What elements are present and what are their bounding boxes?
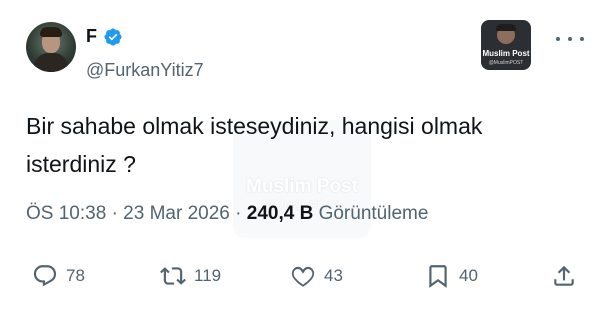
meta-separator: · (235, 203, 242, 224)
share-icon (554, 265, 574, 286)
author-handle[interactable]: @FurkanYitiz7 (86, 60, 204, 81)
author-name-row: F (86, 26, 123, 47)
more-options-icon[interactable] (556, 33, 584, 45)
tweet-time[interactable]: ÖS 10:38 (26, 203, 106, 224)
bookmark-button[interactable]: 40 (425, 263, 478, 289)
retweet-count: 119 (194, 266, 222, 285)
like-count: 43 (324, 266, 343, 285)
retweet-icon (160, 267, 186, 285)
brand-title: Muslim Post (482, 49, 530, 58)
view-label: Görüntüleme (318, 203, 429, 224)
view-count: 240,4 B (246, 203, 314, 224)
muslim-post-logo: Muslim Post @MuslimPOST (481, 20, 531, 70)
verified-badge-icon (103, 27, 123, 47)
avatar[interactable] (26, 22, 76, 72)
author-display-name[interactable]: F (86, 26, 97, 47)
tweet-date[interactable]: 23 Mar 2026 (123, 203, 230, 224)
retweet-button[interactable]: 119 (160, 263, 221, 289)
heart-icon (291, 266, 315, 287)
tweet-actions: 78 119 43 40 (32, 263, 577, 295)
tweet-meta: ÖS 10:38 · 23 Mar 2026 · 240,4 B Görüntü… (26, 203, 428, 225)
reply-icon (33, 265, 57, 287)
brand-subtitle: @MuslimPOST (488, 60, 524, 66)
bookmark-icon (429, 265, 447, 288)
bookmark-count: 40 (459, 266, 478, 285)
reply-count: 78 (66, 266, 85, 285)
meta-separator: · (111, 203, 118, 224)
tweet-text: Bir sahabe olmak isteseydiniz, hangisi o… (26, 113, 483, 177)
share-button[interactable] (551, 263, 577, 289)
reply-button[interactable]: 78 (32, 263, 85, 289)
like-button[interactable]: 43 (290, 263, 343, 289)
